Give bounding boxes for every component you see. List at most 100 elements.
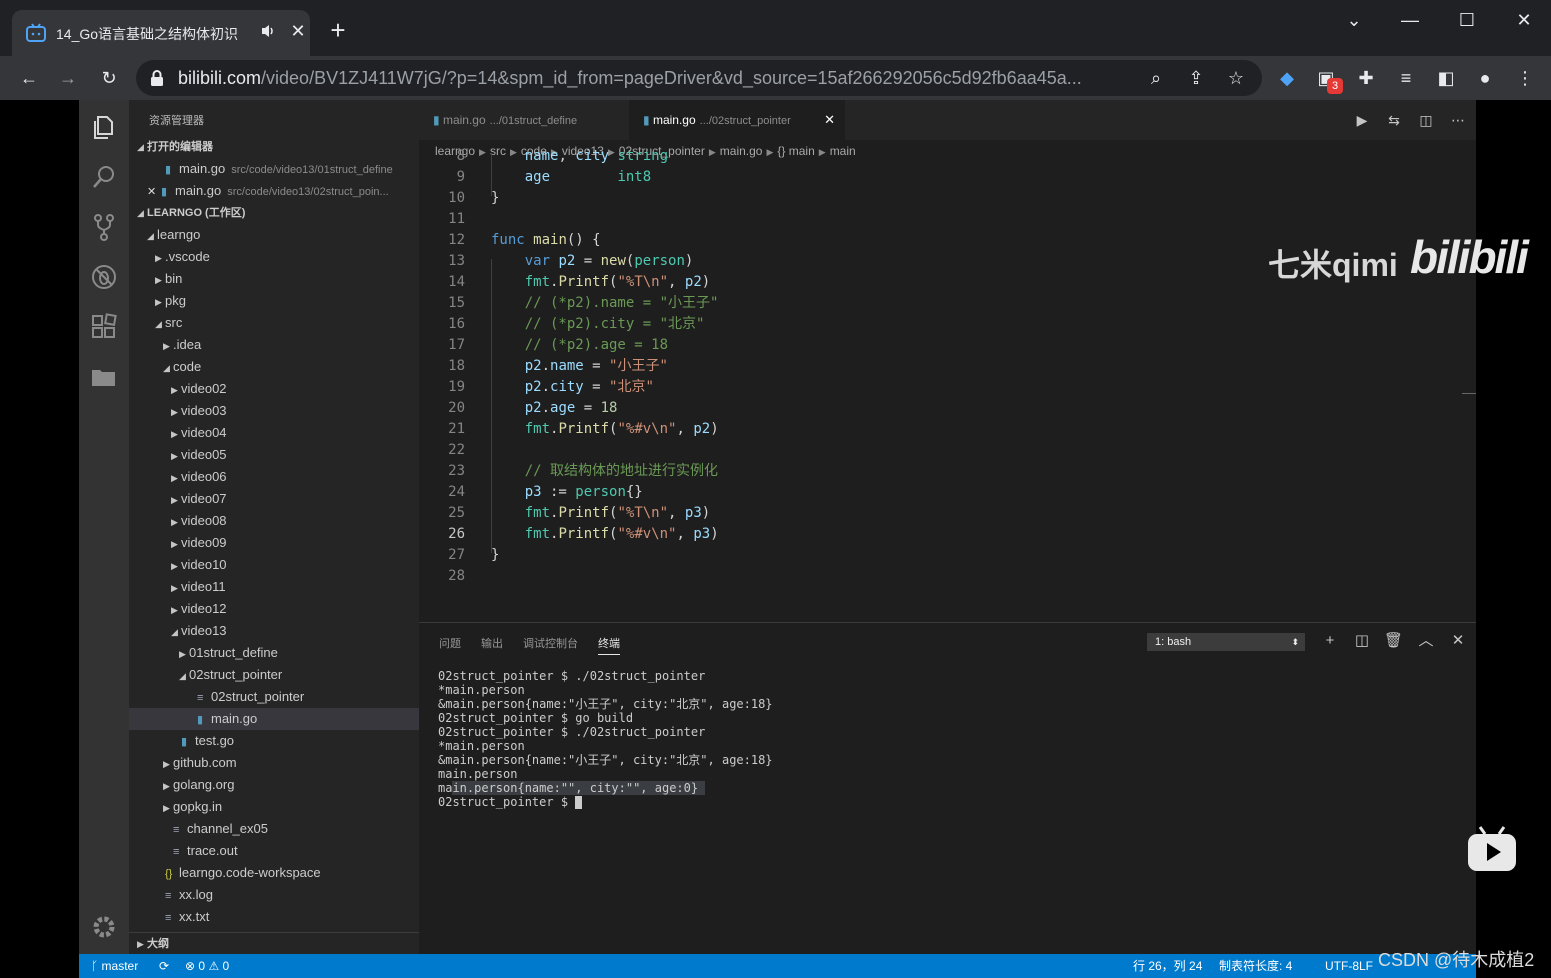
extension-diamond-icon[interactable]: ◆ — [1274, 65, 1300, 91]
tree-file[interactable]: ▮ main.go — [129, 708, 419, 730]
minimize-button[interactable]: — — [1390, 6, 1430, 34]
split-editor-icon[interactable]: ◫ — [1417, 111, 1435, 129]
code-line[interactable]: 9 age int8 — [419, 167, 1476, 188]
profile-avatar-icon[interactable]: ● — [1472, 65, 1498, 91]
tree-folder[interactable]: ◢ 02struct_pointer — [129, 664, 419, 686]
code-line[interactable]: 19 p2.city = "北京" — [419, 377, 1476, 398]
url-text[interactable]: bilibili.com/video/BV1ZJ411W7jG/?p=14&sp… — [178, 68, 1138, 89]
back-icon[interactable]: ← — [16, 65, 42, 91]
tree-folder[interactable]: ▶ video06 — [129, 466, 419, 488]
close-editor-icon[interactable]: ✕ — [147, 181, 161, 202]
tree-folder[interactable]: ▶ video04 — [129, 422, 419, 444]
tab-search-icon[interactable]: ⌄ — [1334, 6, 1374, 34]
code-line[interactable]: 21 fmt.Printf("%#v\n", p2) — [419, 419, 1476, 440]
encoding[interactable]: UTF-8 — [1325, 954, 1359, 978]
panel-tab-debug-console[interactable]: 调试控制台 — [523, 635, 578, 651]
panel-tab-problems[interactable]: 问题 — [439, 635, 461, 651]
tree-folder[interactable]: ▶ 01struct_define — [129, 642, 419, 664]
explorer-icon[interactable] — [89, 112, 119, 142]
code-line[interactable]: 24 p3 := person{} — [419, 482, 1476, 503]
lock-icon[interactable] — [150, 69, 164, 87]
forward-icon[interactable]: → — [55, 65, 81, 91]
panel-tab-output[interactable]: 输出 — [481, 635, 503, 651]
code-line[interactable]: 16 // (*p2).city = "北京" — [419, 314, 1476, 335]
bilibili-play-icon[interactable] — [1466, 825, 1518, 873]
tree-file[interactable]: ≡ xx.txt — [129, 906, 419, 928]
tree-folder[interactable]: ▶ .idea — [129, 334, 419, 356]
new-tab-button[interactable]: + — [326, 17, 350, 43]
code-line[interactable]: 28 — [419, 566, 1476, 587]
editor-tab-active[interactable]: ▮ main.go .../02struct_pointer ✕ — [629, 100, 845, 140]
terminal-prompt[interactable]: 02struct_pointer $ — [438, 795, 773, 809]
code-line[interactable]: 22 — [419, 440, 1476, 461]
extensions-puzzle-icon[interactable]: ✚ — [1353, 65, 1379, 91]
tree-folder[interactable]: ▶ video07 — [129, 488, 419, 510]
problems-indicator[interactable]: ⊗ 0 ⚠ 0 — [185, 954, 229, 978]
video-frame[interactable]: 资源管理器 ◢ 打开的编辑器 ▮ main.go src/code/video13/0… — [0, 100, 1551, 978]
trash-icon[interactable]: 🗑 — [1384, 632, 1403, 650]
tree-file[interactable]: ▮ test.go — [129, 730, 419, 752]
extensions-icon[interactable] — [89, 312, 119, 342]
browser-tab-active[interactable]: 14_Go语言基础之结构体初识 ✕ — [12, 10, 310, 56]
branch-indicator[interactable]: ᚴ master — [91, 954, 138, 978]
open-editors-header[interactable]: ◢ 打开的编辑器 — [129, 136, 419, 158]
tree-folder[interactable]: ▶ .vscode — [129, 246, 419, 268]
tree-folder[interactable]: ◢ learngo — [129, 224, 419, 246]
new-terminal-icon[interactable]: + — [1321, 632, 1339, 650]
side-panel-icon[interactable]: ◧ — [1433, 65, 1459, 91]
open-editor-item-active[interactable]: ✕ ▮ main.go src/code/video13/02struct_poin.… — [129, 180, 419, 202]
editor-tab[interactable]: ▮ main.go .../01struct_define — [419, 100, 627, 140]
tree-folder[interactable]: ▶ video08 — [129, 510, 419, 532]
workspace-header[interactable]: ◢ LEARNGO (工作区) — [129, 202, 419, 224]
close-tab-icon[interactable]: ✕ — [824, 100, 835, 140]
split-terminal-icon[interactable]: ◫ — [1353, 632, 1371, 650]
tree-folder[interactable]: ◢ src — [129, 312, 419, 334]
tree-folder[interactable]: ▶ video10 — [129, 554, 419, 576]
cursor-position[interactable]: 行 26，列 24 — [1133, 954, 1202, 978]
code-line[interactable]: 25 fmt.Printf("%T\n", p3) — [419, 503, 1476, 524]
reload-icon[interactable]: ↻ — [96, 65, 122, 91]
open-editor-item[interactable]: ▮ main.go src/code/video13/01struct_define — [129, 158, 419, 180]
code-line[interactable]: 11 — [419, 209, 1476, 230]
code-line[interactable]: 8 name, city string — [419, 146, 1476, 167]
code-line[interactable]: 26 fmt.Printf("%#v\n", p3) — [419, 524, 1476, 545]
terminal-select[interactable]: 1: bash ⬍ — [1147, 633, 1305, 651]
settings-gear-icon[interactable] — [89, 912, 119, 942]
search-icon[interactable] — [89, 162, 119, 192]
code-line[interactable]: 27} — [419, 545, 1476, 566]
terminal-output[interactable]: 02struct_pointer $ ./02struct_pointer *ma… — [438, 669, 773, 809]
media-control-icon[interactable]: ≡ — [1393, 65, 1419, 91]
tree-file[interactable]: ≡ channel_ex05 — [129, 818, 419, 840]
close-panel-icon[interactable]: ✕ — [1449, 632, 1467, 650]
bookmark-star-icon[interactable]: ☆ — [1224, 66, 1248, 90]
folder-icon[interactable] — [89, 362, 119, 392]
line-ending[interactable]: LF — [1359, 954, 1373, 978]
more-actions-icon[interactable]: ⋯ — [1449, 111, 1467, 129]
indentation[interactable]: 制表符长度: 4 — [1219, 954, 1292, 978]
zoom-icon[interactable]: ⌕ — [1144, 66, 1168, 90]
source-control-icon[interactable] — [89, 212, 119, 242]
tree-folder[interactable]: ▶ video03 — [129, 400, 419, 422]
browser-menu-icon[interactable]: ⋮ — [1512, 65, 1538, 91]
tree-folder[interactable]: ▶ video02 — [129, 378, 419, 400]
maximize-panel-icon[interactable]: ︿ — [1417, 632, 1435, 650]
tree-folder[interactable]: ▶ golang.org — [129, 774, 419, 796]
tree-folder[interactable]: ▶ video05 — [129, 444, 419, 466]
tree-folder[interactable]: ▶ bin — [129, 268, 419, 290]
code-editor[interactable]: 8 name, city string 9 age int8 10} 11 12 func… — [419, 148, 1476, 594]
code-line[interactable]: 15 // (*p2).name = "小王子" — [419, 293, 1476, 314]
tab-close-icon[interactable]: ✕ — [288, 21, 308, 41]
tree-file[interactable]: ≡ xx.log — [129, 884, 419, 906]
code-line[interactable]: 23 // 取结构体的地址进行实例化 — [419, 461, 1476, 482]
tree-folder[interactable]: ◢ code — [129, 356, 419, 378]
address-bar[interactable]: bilibili.com/video/BV1ZJ411W7jG/?p=14&sp… — [136, 60, 1262, 96]
tree-file[interactable]: ≡ trace.out — [129, 840, 419, 862]
compare-changes-icon[interactable]: ⇆ — [1385, 111, 1403, 129]
code-line[interactable]: 17 // (*p2).age = 18 — [419, 335, 1476, 356]
maximize-button[interactable]: ☐ — [1447, 6, 1487, 34]
run-icon[interactable]: ▶ — [1353, 111, 1371, 129]
tree-folder[interactable]: ▶ video12 — [129, 598, 419, 620]
outline-header[interactable]: ▶ 大纲 — [129, 932, 419, 954]
code-line[interactable]: 18 p2.name = "小王子" — [419, 356, 1476, 377]
tree-folder[interactable]: ▶ video11 — [129, 576, 419, 598]
